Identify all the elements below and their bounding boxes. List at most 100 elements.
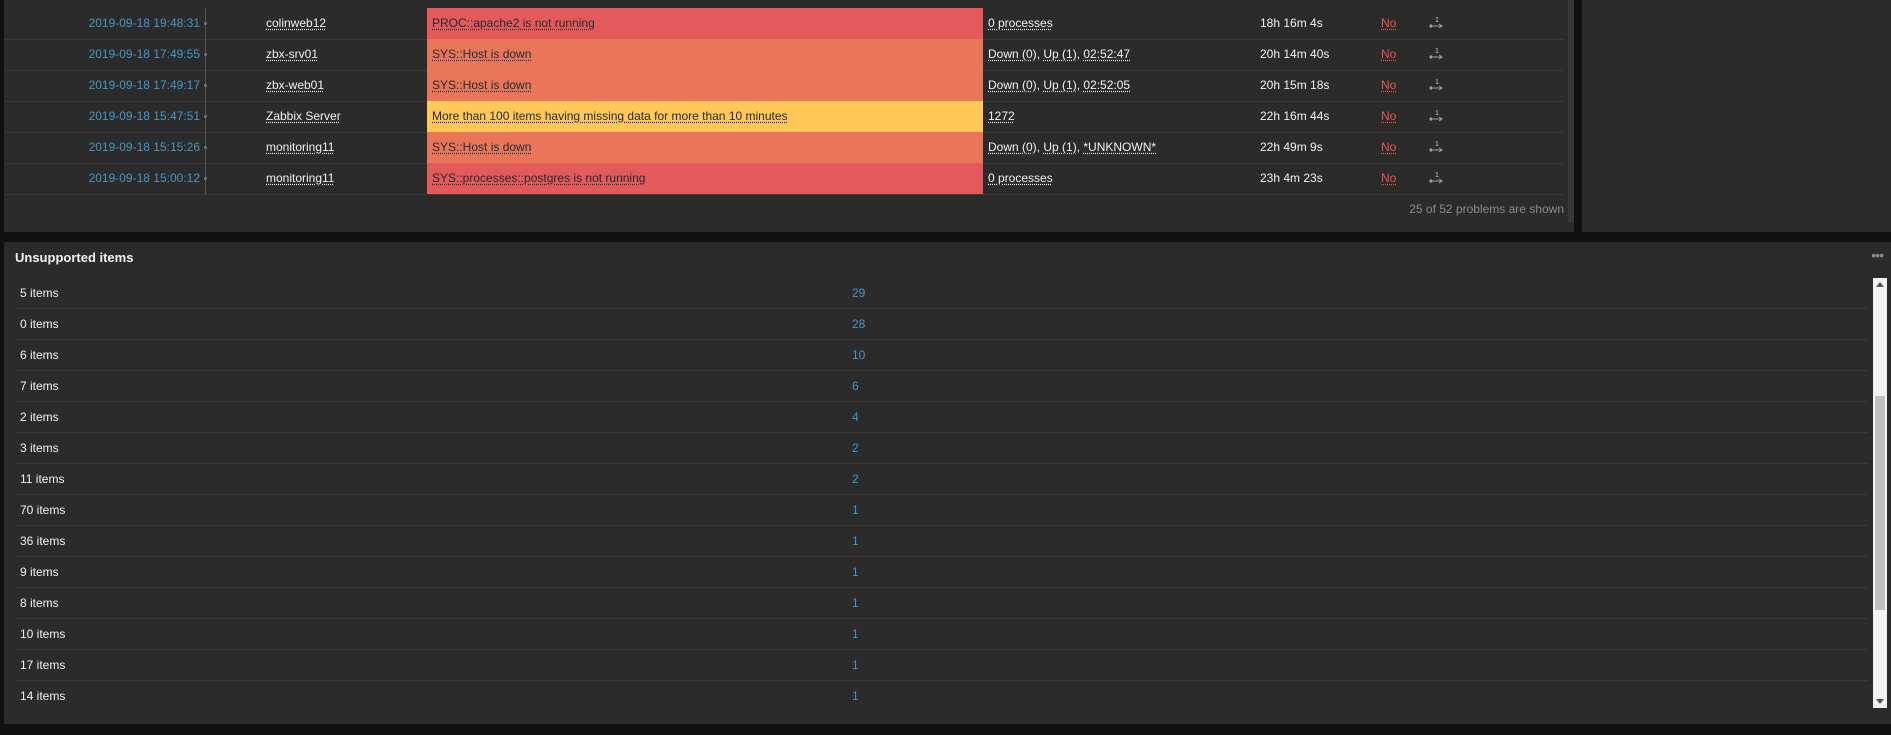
problem-row: 2019-09-18 15:00:12 monitoring11 SYS::proc… [4,163,1564,195]
opdata-value[interactable]: 02:52:05 [1083,78,1130,92]
host-count-link[interactable]: 1 [852,588,859,618]
opdata-value[interactable]: 1272 [988,109,1015,123]
list-item: 7 items 6 [16,371,1868,402]
item-count-label: 2 items [20,410,59,424]
action-arrow-icon[interactable]: 1 [1428,16,1446,30]
problem-time-link[interactable]: 2019-09-18 15:00:12 [80,163,200,194]
unsupported-items-list: 5 items 29 0 items 28 6 items 10 7 items 6 2 ite… [16,278,1868,708]
list-item: 36 items 1 [16,526,1868,557]
opdata-value[interactable]: Down (0) [988,140,1037,154]
problem-operational-data: 0 processes [988,8,1053,39]
scroll-down-icon[interactable] [1876,699,1884,704]
problem-ack-link[interactable]: No [1381,163,1396,194]
svg-text:1: 1 [1435,172,1439,179]
problem-time-link[interactable]: 2019-09-18 19:48:31 [80,8,200,39]
opdata-value[interactable]: Up (1) [1043,78,1076,92]
host-count-link[interactable]: 2 [852,464,859,494]
problem-time-link[interactable]: 2019-09-18 15:15:26 [80,132,200,163]
problem-row: 2019-09-18 15:47:51 Zabbix Server More tha… [4,101,1564,133]
host-count-link[interactable]: 1 [852,619,859,649]
problem-host-link[interactable]: Zabbix Server [266,101,341,132]
host-count-link[interactable]: 4 [852,402,859,432]
unsupported-items-widget: Unsupported items ••• 5 items 29 0 items 28… [4,242,1891,724]
problem-host-link[interactable]: monitoring11 [266,132,334,163]
opdata-value[interactable]: Up (1) [1043,140,1076,154]
host-count-link[interactable]: 1 [852,495,859,525]
list-item: 10 items 1 [16,619,1868,650]
problem-host-link[interactable]: zbx-web01 [266,70,324,101]
list-item: 3 items 2 [16,433,1868,464]
action-arrow-icon[interactable]: 1 [1428,171,1446,185]
list-item: 70 items 1 [16,495,1868,526]
host-count-link[interactable]: 1 [852,650,859,680]
problem-ack-link[interactable]: No [1381,70,1396,101]
item-count-label: 5 items [20,286,59,300]
host-count-link[interactable]: 1 [852,681,859,708]
host-count-link[interactable]: 1 [852,526,859,556]
item-count-label: 70 items [20,503,66,517]
action-arrow-icon[interactable]: 1 [1428,47,1446,61]
problem-ack-link[interactable]: No [1381,39,1396,70]
problem-host-link[interactable]: colinweb12 [266,8,326,39]
problem-row: 2019-09-18 17:49:55 zbx-srv01 SYS::Host is… [4,39,1564,71]
host-count-link[interactable]: 1 [852,557,859,587]
widget-title: Unsupported items [15,250,134,265]
problem-host-link[interactable]: monitoring11 [266,163,334,194]
host-count-link[interactable]: 28 [852,309,865,339]
problem-operational-data: Down (0), Up (1), 02:52:47 [988,39,1130,70]
opdata-value[interactable]: Down (0) [988,47,1037,61]
svg-text:1: 1 [1435,141,1439,148]
problem-name-link[interactable]: SYS::Host is down [427,132,983,163]
problem-time-link[interactable]: 2019-09-18 17:49:55 [80,39,200,70]
problem-name-link[interactable]: SYS::Host is down [427,70,983,101]
problem-ack-link[interactable]: No [1381,8,1396,39]
list-item: 9 items 1 [16,557,1868,588]
problem-name-link[interactable]: More than 100 items having missing data … [427,101,983,132]
unsupported-list-scrollbar[interactable] [1873,278,1887,708]
problem-operational-data: 0 processes [988,163,1053,194]
opdata-value[interactable]: 02:52:47 [1083,47,1130,61]
host-count-link[interactable]: 6 [852,371,859,401]
scroll-up-icon[interactable] [1876,282,1884,287]
problems-summary: 25 of 52 problems are shown [1409,202,1564,216]
host-count-link[interactable]: 29 [852,278,865,308]
opdata-value[interactable]: Down (0) [988,78,1037,92]
list-item: 6 items 10 [16,340,1868,371]
timeline-dot [204,146,207,149]
problem-host-link[interactable]: zbx-srv01 [266,39,318,70]
problem-operational-data: Down (0), Up (1), 02:52:05 [988,70,1130,101]
more-dots-icon[interactable]: ••• [1871,247,1884,263]
opdata-value[interactable]: *UNKNOWN* [1083,140,1156,154]
action-arrow-icon[interactable]: 1 [1428,78,1446,92]
problem-duration: 20h 14m 40s [1260,47,1330,61]
problem-name-link[interactable]: SYS::processes::postgres is not running [427,163,983,194]
problem-name-link[interactable]: PROC::apache2 is not running [427,8,983,39]
problem-time-link[interactable]: 2019-09-18 17:49:17 [80,70,200,101]
list-item: 5 items 29 [16,278,1868,309]
timeline-dot [204,115,207,118]
problem-duration: 23h 4m 23s [1260,171,1323,185]
opdata-value[interactable]: 0 processes [988,171,1053,185]
host-count-link[interactable]: 10 [852,340,865,370]
problem-duration: 18h 16m 4s [1260,16,1323,30]
opdata-value[interactable]: Up (1) [1043,47,1076,61]
problem-ack-link[interactable]: No [1381,101,1396,132]
scroll-thumb[interactable] [1875,396,1885,610]
problem-duration: 22h 49m 9s [1260,140,1323,154]
side-widget [1582,0,1891,232]
timeline-dot [204,84,207,87]
action-arrow-icon[interactable]: 1 [1428,109,1446,123]
problem-time-link[interactable]: 2019-09-18 15:47:51 [80,101,200,132]
list-item: 17 items 1 [16,650,1868,681]
item-count-label: 9 items [20,565,59,579]
problem-ack-link[interactable]: No [1381,132,1396,163]
list-item: 2 items 4 [16,402,1868,433]
action-arrow-icon[interactable]: 1 [1428,140,1446,154]
timeline-dot [204,22,207,25]
list-item: 14 items 1 [16,681,1868,708]
problem-name-link[interactable]: SYS::Host is down [427,39,983,70]
timeline-dot [204,53,207,56]
problems-scrollbar[interactable] [1568,0,1574,222]
host-count-link[interactable]: 2 [852,433,859,463]
opdata-value[interactable]: 0 processes [988,16,1053,30]
